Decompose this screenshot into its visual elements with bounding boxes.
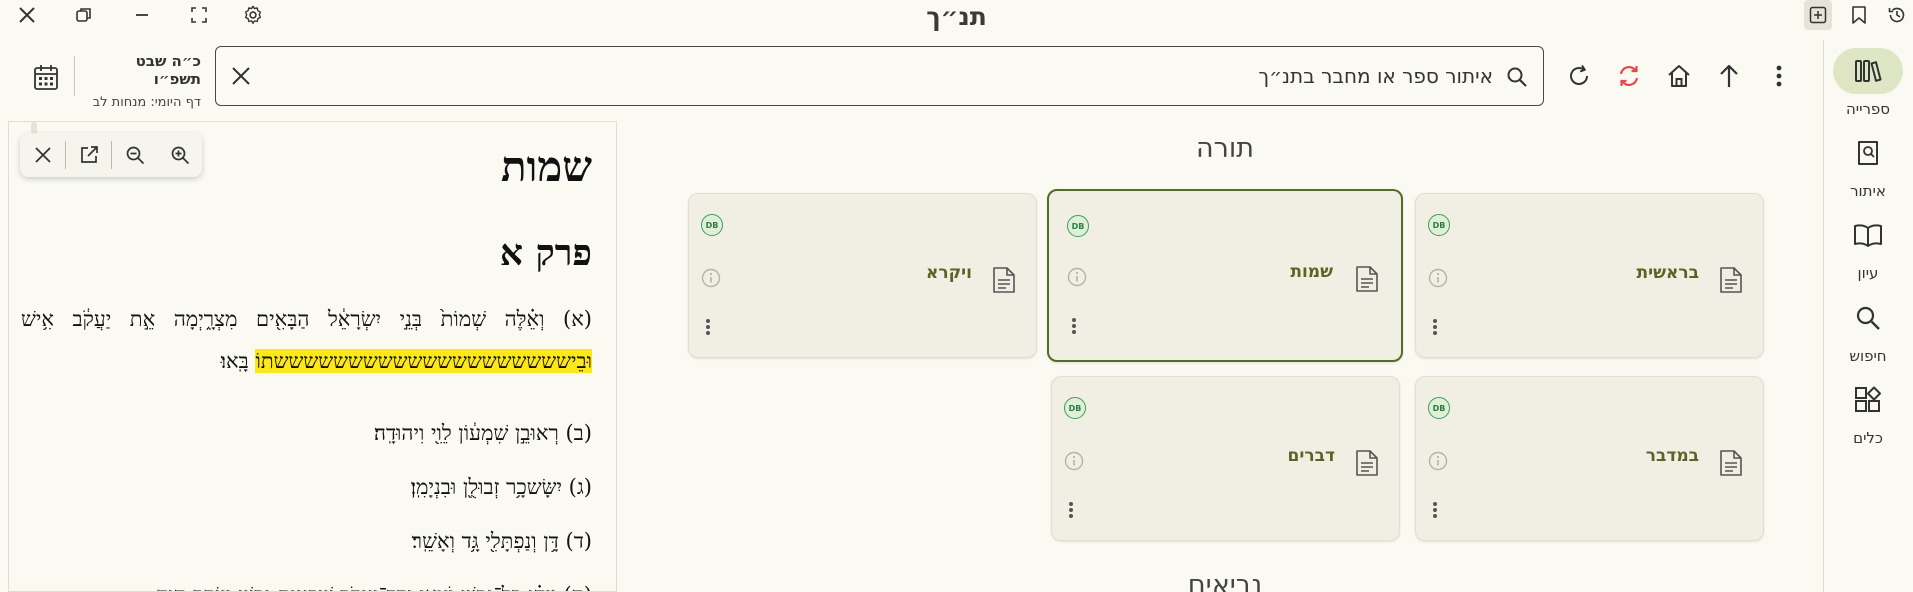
card-more-icon[interactable] bbox=[705, 318, 711, 336]
open-external-icon[interactable] bbox=[66, 133, 111, 177]
home-icon[interactable] bbox=[1663, 60, 1695, 92]
verse: (ב) רְאוּבֵ֣ן שִׁמְע֔וֹן לֵוִ֖י וִיהוּדָ… bbox=[21, 412, 592, 454]
db-badge: DB bbox=[1428, 397, 1450, 419]
info-icon[interactable] bbox=[1428, 451, 1448, 471]
verse-text: רְאוּבֵ֣ן שִׁמְע֔וֹן לֵוִ֖י וִיהוּדָֽה׃ bbox=[373, 421, 559, 445]
sync-icon[interactable] bbox=[1613, 60, 1645, 92]
search-input[interactable] bbox=[313, 59, 1493, 93]
close-window-icon[interactable] bbox=[14, 2, 40, 28]
find-book-icon bbox=[1833, 130, 1903, 176]
zoom-in-icon[interactable] bbox=[157, 133, 202, 177]
new-tab-plus-icon[interactable] bbox=[1804, 0, 1832, 30]
close-pane-icon[interactable] bbox=[20, 133, 65, 177]
hebrew-date: כ״ה שבט תשפ״ו bbox=[135, 52, 201, 88]
tools-icon bbox=[1833, 377, 1903, 423]
book-card-bamidbar[interactable]: DB במדבר bbox=[1415, 376, 1764, 541]
pane-floating-toolbar bbox=[20, 133, 202, 177]
rail-label-study: עיון bbox=[1857, 264, 1879, 282]
category-title: תורה bbox=[1196, 133, 1254, 164]
verse: (ד) דָּ֥ן וְנַפְתָּלִ֖י גָּ֥ד וְאָשֵֽׁר׃ bbox=[21, 520, 592, 562]
book-name: במדבר bbox=[1645, 446, 1699, 466]
refresh-icon[interactable] bbox=[1563, 60, 1595, 92]
document-icon bbox=[1719, 266, 1743, 294]
book-card-devarim[interactable]: DB דברים bbox=[1051, 376, 1400, 541]
highlighted-text: וּבֵיששששששששששששששששששששתוֹ bbox=[255, 349, 592, 373]
book-search-bar[interactable] bbox=[215, 46, 1544, 106]
info-icon[interactable] bbox=[1067, 267, 1087, 287]
info-icon[interactable] bbox=[1428, 268, 1448, 288]
verse-number: (א) bbox=[563, 307, 592, 331]
verse: (ג) יִשָּׂשכָ֥ר זְבוּלֻ֖ן וּבִנְיָמִֽן׃ bbox=[21, 466, 592, 508]
rail-item-search[interactable]: חיפוש bbox=[1823, 295, 1913, 375]
history-icon[interactable] bbox=[1884, 2, 1910, 28]
zoom-out-icon[interactable] bbox=[112, 133, 157, 177]
verse-number: (ב) bbox=[565, 421, 592, 445]
info-icon[interactable] bbox=[701, 268, 721, 288]
db-badge: DB bbox=[1428, 214, 1450, 236]
verse-text: דָּ֥ן וְנַפְתָּלִ֖י גָּ֥ד וְאָשֵֽׁר׃ bbox=[411, 529, 559, 553]
search-icon bbox=[1503, 63, 1531, 91]
book-name: בראשית bbox=[1636, 263, 1700, 283]
db-badge: DB bbox=[701, 214, 723, 236]
arrow-up-icon[interactable] bbox=[1713, 60, 1745, 92]
card-more-icon[interactable] bbox=[1068, 501, 1074, 519]
restore-window-icon[interactable] bbox=[71, 2, 97, 28]
rail-label-tools: כלים bbox=[1853, 429, 1883, 447]
verse-number: (ד) bbox=[565, 529, 593, 553]
card-more-icon[interactable] bbox=[1432, 318, 1438, 336]
rail-label-find: איתור bbox=[1850, 182, 1886, 200]
calendar-icon[interactable] bbox=[28, 60, 64, 94]
book-name: ויקרא bbox=[926, 263, 972, 283]
verse-text: יִשָּׂשכָ֥ר זְבוּלֻ֖ן וּבִנְיָמִֽן׃ bbox=[410, 475, 562, 499]
card-more-icon[interactable] bbox=[1432, 501, 1438, 519]
minimize-window-icon[interactable] bbox=[129, 2, 155, 28]
document-icon bbox=[1355, 449, 1379, 477]
chapter-heading: פרק א bbox=[499, 232, 592, 274]
rail-label-library: ספרייה bbox=[1845, 100, 1891, 118]
book-heading: שמות bbox=[501, 142, 592, 191]
rail-item-study[interactable]: עיון bbox=[1823, 212, 1913, 292]
verse: (א) וְאֵ֗לֶּה שְׁמוֹת֙ בְּנֵ֣י יִשְׂרָאֵ… bbox=[21, 298, 592, 382]
jewish-date-box[interactable]: כ״ה שבט תשפ״ו דף היומי: מנחות לב bbox=[86, 52, 201, 110]
db-badge: DB bbox=[1064, 397, 1086, 419]
book-name: דברים bbox=[1287, 446, 1335, 466]
verse-number: (ג) bbox=[568, 475, 592, 499]
verse-text: וַֽיְהִ֗י כָּל־נֶ֛פֶשׁ יֹצְאֵ֥י יֶֽרֶךְ־… bbox=[156, 583, 557, 591]
rail-item-tools[interactable]: כלים bbox=[1823, 377, 1913, 457]
book-card-vayikra[interactable]: DB ויקרא bbox=[688, 193, 1037, 358]
bookmark-icon[interactable] bbox=[1846, 2, 1872, 28]
book-name: שמות bbox=[1290, 262, 1333, 282]
rail-item-find[interactable]: איתור bbox=[1823, 130, 1913, 210]
clear-search-icon[interactable] bbox=[226, 61, 256, 91]
verse-text-end: בָּֽאוּ׃ bbox=[220, 349, 249, 373]
fullscreen-icon[interactable] bbox=[186, 2, 212, 28]
toolbar-divider bbox=[74, 56, 75, 96]
more-options-icon[interactable] bbox=[1765, 60, 1793, 92]
verse-text: וְאֵ֗לֶּה שְׁמוֹת֙ בְּנֵ֣י יִשְׂרָאֵ֔ל ה… bbox=[21, 307, 545, 331]
document-icon bbox=[1719, 449, 1743, 477]
verse: (ה) וַֽיְהִ֗י כָּל־נֶ֛פֶשׁ יֹצְאֵ֥י יֶֽר… bbox=[21, 574, 592, 591]
navigation-rail: ספרייה איתור עיון חיפוש כלים bbox=[1823, 40, 1913, 592]
info-icon[interactable] bbox=[1064, 451, 1084, 471]
search-icon bbox=[1833, 295, 1903, 341]
book-card-shemot[interactable]: DB שמות bbox=[1047, 189, 1403, 362]
settings-gear-icon[interactable] bbox=[240, 2, 266, 28]
book-card-bereshit[interactable]: DB בראשית bbox=[1415, 193, 1764, 358]
db-badge: DB bbox=[1067, 215, 1089, 237]
app-title: תנ״ך bbox=[926, 2, 987, 31]
rail-label-search: חיפוש bbox=[1849, 347, 1887, 365]
rail-item-library[interactable]: ספרייה bbox=[1823, 48, 1913, 128]
book-open-icon bbox=[1833, 212, 1903, 258]
library-icon bbox=[1833, 48, 1903, 94]
book-text-pane[interactable]: שמות פרק א (א) וְאֵ֗לֶּה שְׁמוֹת֙ בְּנֵ֣… bbox=[8, 121, 617, 592]
document-icon bbox=[992, 266, 1016, 294]
verse-number: (ה) bbox=[564, 583, 592, 591]
document-icon bbox=[1355, 265, 1379, 293]
category-title: נביאים bbox=[1187, 570, 1263, 592]
daf-yomi: דף היומי: מנחות לב bbox=[92, 95, 201, 110]
card-more-icon[interactable] bbox=[1071, 317, 1077, 335]
